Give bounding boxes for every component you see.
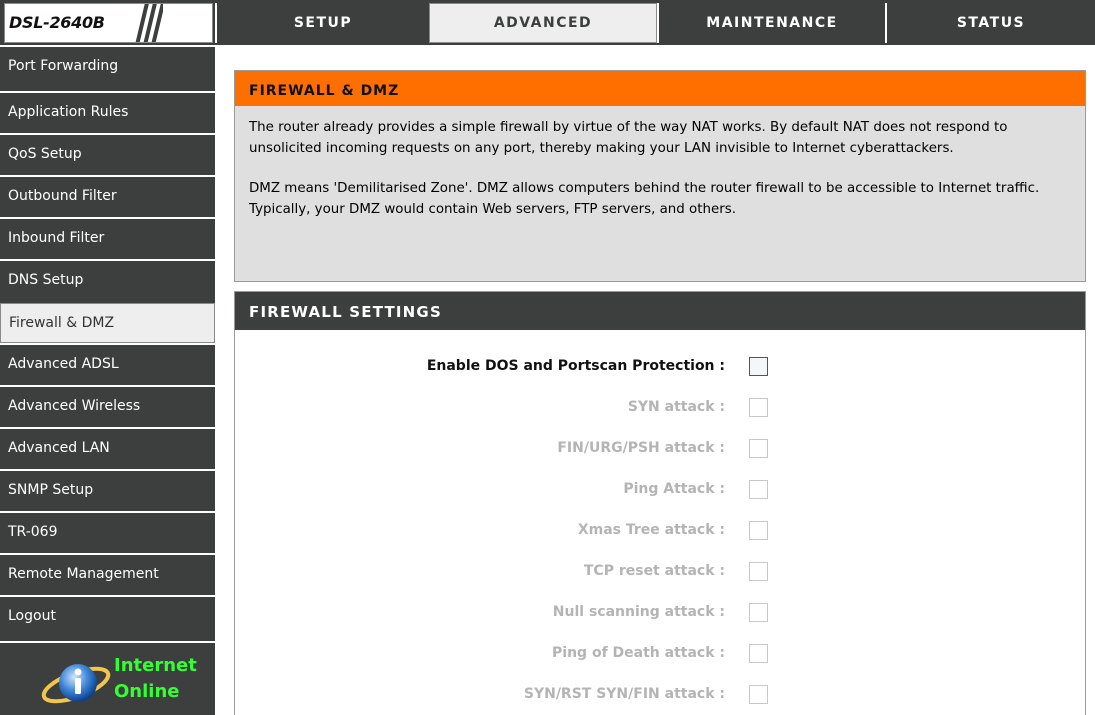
- tab-setup[interactable]: SETUP: [215, 3, 429, 43]
- setting-label: Enable DOS and Portscan Protection :: [426, 358, 725, 374]
- internet-status: Internet Online: [0, 641, 215, 715]
- tab-advanced[interactable]: ADVANCED: [429, 3, 657, 43]
- sidebar-item-tr-069[interactable]: TR-069: [0, 511, 215, 551]
- model-name: DSL-2640B: [9, 13, 105, 32]
- sidebar-item-application-rules[interactable]: Application Rules: [0, 91, 215, 131]
- setting-row: Ping of Death attack :: [235, 643, 1087, 665]
- setting-label: SYN attack :: [627, 399, 725, 415]
- status-line-2: Online: [114, 681, 180, 702]
- syn-rst-syn-fin-attack-checkbox[interactable]: [749, 685, 768, 704]
- page-title: FIREWALL & DMZ: [235, 71, 1085, 106]
- sidebar-item-remote-management[interactable]: Remote Management: [0, 553, 215, 593]
- sidebar-item-snmp-setup[interactable]: SNMP Setup: [0, 469, 215, 509]
- syn-attack-checkbox[interactable]: [749, 398, 768, 417]
- setting-row: TCP reset attack :: [235, 561, 1087, 583]
- intro-paragraph: DMZ means 'Demilitarised Zone'. DMZ allo…: [249, 181, 1040, 217]
- setting-row: Enable DOS and Portscan Protection :: [235, 356, 1087, 378]
- status-line-1: Internet: [114, 655, 197, 676]
- setting-row: Ping Attack :: [235, 479, 1087, 501]
- setting-label: TCP reset attack :: [583, 563, 725, 579]
- product-logo: DSL-2640B: [4, 3, 213, 43]
- firewall-settings-panel: FIREWALL SETTINGS Enable DOS and Portsca…: [234, 291, 1086, 715]
- intro-panel: FIREWALL & DMZ The router already provid…: [234, 70, 1086, 282]
- tab-maintenance[interactable]: MAINTENANCE: [657, 3, 885, 43]
- setting-label: Xmas Tree attack :: [577, 522, 725, 538]
- setting-row: Xmas Tree attack :: [235, 520, 1087, 542]
- ping-attack-checkbox[interactable]: [749, 480, 768, 499]
- tcp-reset-attack-checkbox[interactable]: [749, 562, 768, 581]
- setting-row: Null scanning attack :: [235, 602, 1087, 624]
- logo-slashes-icon: [135, 4, 163, 42]
- sidebar-item-dns-setup[interactable]: DNS Setup: [0, 259, 215, 299]
- intro-paragraph: The router already provides a simple fir…: [249, 120, 1008, 156]
- setting-row: SYN attack :: [235, 397, 1087, 419]
- setting-label: Null scanning attack :: [552, 604, 725, 620]
- fin-urg-psh-attack-checkbox[interactable]: [749, 439, 768, 458]
- setting-label: FIN/URG/PSH attack :: [557, 440, 725, 456]
- null-scanning-attack-checkbox[interactable]: [749, 603, 768, 622]
- sidebar-item-port-forwarding[interactable]: Port Forwarding: [0, 45, 215, 85]
- setting-label: SYN/RST SYN/FIN attack :: [523, 686, 725, 702]
- xmas-tree-attack-checkbox[interactable]: [749, 521, 768, 540]
- setting-row: FIN/URG/PSH attack :: [235, 438, 1087, 460]
- setting-row: SYN/RST SYN/FIN attack :: [235, 684, 1087, 706]
- sidebar-item-firewall-dmz[interactable]: Firewall & DMZ: [0, 303, 215, 343]
- top-nav: DSL-2640B SETUP ADVANCED MAINTENANCE STA…: [0, 0, 1095, 45]
- sidebar-item-inbound-filter[interactable]: Inbound Filter: [0, 217, 215, 257]
- tab-status[interactable]: STATUS: [885, 3, 1095, 43]
- sidebar-item-qos-setup[interactable]: QoS Setup: [0, 133, 215, 173]
- setting-label: Ping of Death attack :: [552, 645, 725, 661]
- sidebar-item-logout[interactable]: Logout: [0, 595, 215, 635]
- sidebar-item-advanced-wireless[interactable]: Advanced Wireless: [0, 385, 215, 425]
- sidebar-item-advanced-lan[interactable]: Advanced LAN: [0, 427, 215, 467]
- sidebar-item-outbound-filter[interactable]: Outbound Filter: [0, 175, 215, 215]
- setting-label: Ping Attack :: [623, 481, 725, 497]
- internet-online-text: Internet Online: [114, 653, 197, 705]
- globe-info-icon: [41, 664, 111, 704]
- sidebar-item-advanced-adsl[interactable]: Advanced ADSL: [0, 343, 215, 383]
- sidebar: Port Forwarding Application Rules QoS Se…: [0, 45, 215, 715]
- enable-dos-portscan-checkbox[interactable]: [749, 357, 768, 376]
- ping-of-death-attack-checkbox[interactable]: [749, 644, 768, 663]
- section-title: FIREWALL SETTINGS: [235, 292, 1085, 330]
- main-content: FIREWALL & DMZ The router already provid…: [215, 45, 1095, 715]
